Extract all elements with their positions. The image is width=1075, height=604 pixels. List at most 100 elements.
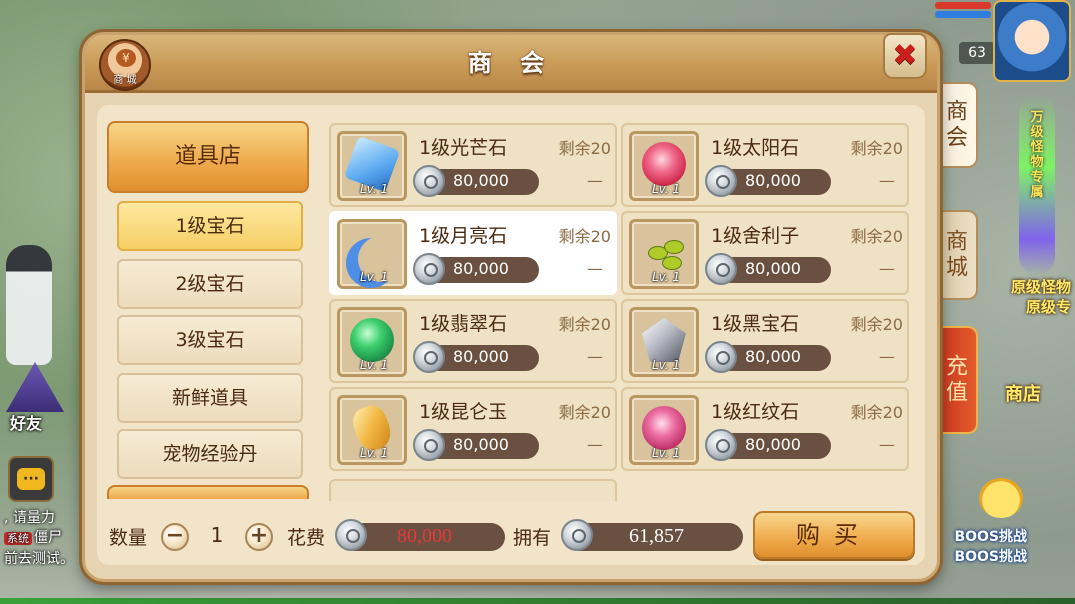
black-gem-icon [642, 318, 686, 362]
red-vein-stone-icon [642, 406, 686, 450]
goods-card-sarira[interactable]: Lv. 1 1级舍利子 剩余20 80,000 — [621, 211, 909, 295]
item-icon-frame: Lv. 1 [629, 131, 699, 201]
item-price: 80,000 [705, 341, 831, 373]
item-icon-frame: Lv. 1 [629, 307, 699, 377]
item-name: 1级黑宝石 [711, 313, 800, 335]
chat-bubble-icon: ··· [17, 468, 45, 490]
item-stock: 剩余20 [558, 315, 611, 334]
shop-npc-label[interactable]: 商店 [1005, 380, 1041, 406]
item-icon-frame: Lv. 1 [629, 219, 699, 289]
friend-button-label[interactable]: 好友 [10, 410, 42, 434]
item-icon-frame: Lv. 1 [337, 131, 407, 201]
pillar-banner-text: 万级怪物专属 [1030, 110, 1044, 200]
system-chat-log: , 请量力 系统 僵尸 前去测试。 [4, 508, 74, 569]
silver-coin-icon [413, 165, 445, 197]
quantity-label: 数量 [109, 527, 148, 549]
item-dash: — [879, 171, 895, 190]
category-gem-level-3[interactable]: 3级宝石 [117, 315, 303, 365]
item-name: 1级舍利子 [711, 225, 800, 247]
item-stock: 剩余20 [558, 403, 611, 422]
item-dash: — [587, 347, 603, 366]
chat-button[interactable]: ··· [8, 456, 54, 502]
sarira-icon [642, 230, 686, 274]
goods-card-kunlun-jade[interactable]: Lv. 1 1级昆仑玉 剩余20 80,000 — [329, 387, 617, 471]
buy-button[interactable]: 购买 [753, 511, 915, 559]
item-price: 80,000 [413, 165, 539, 197]
item-name: 1级翡翠石 [419, 313, 508, 335]
item-stock: 剩余20 [850, 403, 903, 422]
close-icon: ✖ [892, 38, 918, 73]
quantity-minus-button[interactable]: − [161, 523, 189, 551]
item-level-tag: Lv. 1 [652, 358, 681, 372]
item-dash: — [587, 171, 603, 190]
player-character[interactable] [6, 245, 52, 365]
owned-label: 拥有 [513, 527, 552, 549]
item-dash: — [879, 259, 895, 278]
category-gem-level-1[interactable]: 1级宝石 [117, 201, 303, 251]
item-stock: 剩余20 [558, 139, 611, 158]
boss-challenge-label[interactable]: BOOS挑战 [954, 546, 1027, 566]
category-gem-level-2[interactable]: 2级宝石 [117, 259, 303, 309]
item-price: 80,000 [705, 165, 831, 197]
item-icon-frame: Lv. 1 [337, 219, 407, 289]
item-icon-frame: Lv. 1 [629, 395, 699, 465]
quantity-plus-button[interactable]: + [245, 523, 273, 551]
player-level: 63 [959, 42, 995, 64]
goods-card-emerald[interactable]: Lv. 1 1级翡翠石 剩余20 80,000 — [329, 299, 617, 383]
goods-card-sun-stone[interactable]: Lv. 1 1级太阳石 剩余20 80,000 — [621, 123, 909, 207]
cost-label: 花费 [287, 527, 326, 549]
item-stock: 剩余20 [558, 227, 611, 246]
silver-coin-icon [413, 429, 445, 461]
item-level-tag: Lv. 1 [652, 270, 681, 284]
npc-label[interactable]: 原级怪物 [1011, 276, 1071, 297]
npc-label[interactable]: 原级专 [1026, 296, 1071, 317]
close-button[interactable]: ✖ [883, 33, 927, 79]
item-name: 1级太阳石 [711, 137, 800, 159]
boss-challenge-label[interactable]: BOOS挑战 [954, 526, 1027, 546]
item-dash: — [879, 347, 895, 366]
chick-npc-icon[interactable] [979, 478, 1023, 518]
goods-card-black-gem[interactable]: Lv. 1 1级黑宝石 剩余20 80,000 — [621, 299, 909, 383]
experience-bar [0, 598, 1075, 604]
panel-header: ¥ 商 城 商 会 ✖ [85, 33, 937, 93]
silver-coin-icon [413, 341, 445, 373]
item-name: 1级红纹石 [711, 401, 800, 423]
item-level-tag: Lv. 1 [652, 446, 681, 460]
goods-card-partial[interactable] [329, 479, 617, 501]
silver-coin-icon [335, 519, 367, 551]
item-name: 1级月亮石 [419, 225, 508, 247]
category-fresh-items[interactable]: 新鲜道具 [117, 373, 303, 423]
item-level-tag: Lv. 1 [360, 270, 389, 284]
category-partial-item[interactable] [107, 485, 309, 499]
hp-bar [935, 2, 991, 9]
emerald-icon [350, 318, 394, 362]
player-avatar[interactable] [993, 0, 1071, 82]
quantity-value[interactable]: 1 [189, 523, 245, 547]
cost-value: 80,000 [397, 525, 452, 547]
goods-card-red-vein-stone[interactable]: Lv. 1 1级红纹石 剩余20 80,000 — [621, 387, 909, 471]
item-dash: — [879, 435, 895, 454]
goods-card-light-stone[interactable]: Lv. 1 1级光芒石 剩余20 80,000 — [329, 123, 617, 207]
item-price: 80,000 [413, 341, 539, 373]
goods-grid: Lv. 1 1级光芒石 剩余20 80,000 — Lv. 1 1级太阳石 剩余… [329, 123, 917, 501]
item-dash: — [587, 435, 603, 454]
silver-coin-icon [413, 253, 445, 285]
item-price: 80,000 [413, 253, 539, 285]
item-level-tag: Lv. 1 [360, 358, 389, 372]
category-item-shop[interactable]: 道具店 [107, 121, 309, 193]
silver-coin-icon [705, 341, 737, 373]
item-price: 80,000 [413, 429, 539, 461]
silver-coin-icon [705, 253, 737, 285]
category-pet-exp-pills[interactable]: 宠物经验丹 [117, 429, 303, 479]
silver-coin-icon [561, 519, 593, 551]
goods-card-moon-stone[interactable]: Lv. 1 1级月亮石 剩余20 80,000 — [329, 211, 617, 295]
cost-amount: 80,000 [335, 519, 505, 551]
item-dash: — [587, 259, 603, 278]
chat-line: , 请量力 [4, 510, 55, 526]
item-stock: 剩余20 [850, 315, 903, 334]
item-level-tag: Lv. 1 [360, 182, 389, 196]
sun-stone-icon [642, 142, 686, 186]
item-name: 1级昆仑玉 [419, 401, 508, 423]
panel-title: 商 会 [467, 49, 555, 77]
silver-coin-icon [705, 429, 737, 461]
